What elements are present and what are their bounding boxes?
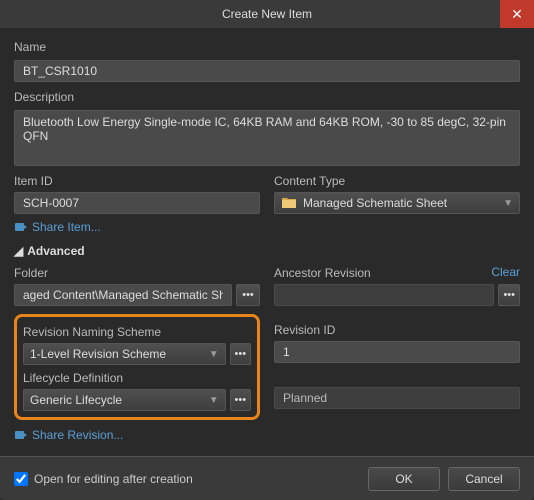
caret-down-icon: ◢ (14, 244, 23, 258)
ancestor-label: Ancestor Revision (274, 266, 371, 280)
revnaming-browse-button[interactable]: ••• (230, 343, 251, 365)
contenttype-value: Managed Schematic Sheet (303, 196, 497, 210)
advanced-label: Advanced (27, 244, 84, 258)
name-input[interactable] (14, 60, 520, 82)
folder-icon (281, 195, 297, 211)
ancestor-browse-button[interactable]: ••• (498, 284, 520, 306)
folder-input[interactable] (14, 284, 232, 306)
lifecycle-status: Planned (274, 387, 520, 409)
revid-label: Revision ID (274, 323, 520, 337)
open-after-label: Open for editing after creation (34, 472, 193, 486)
folder-browse-button[interactable]: ••• (236, 284, 260, 306)
dialog-content: Name Description Bluetooth Low Energy Si… (0, 28, 534, 452)
ancestor-clear-link[interactable]: Clear (491, 265, 520, 279)
revid-input[interactable] (274, 341, 520, 363)
contenttype-select[interactable]: Managed Schematic Sheet ▼ (274, 192, 520, 214)
share-icon (14, 428, 28, 442)
revnaming-value: 1-Level Revision Scheme (30, 347, 203, 361)
lifecycle-select[interactable]: Generic Lifecycle ▼ (23, 389, 226, 411)
close-button[interactable]: ✕ (500, 0, 534, 28)
name-label: Name (14, 40, 520, 54)
close-icon: ✕ (511, 6, 523, 23)
itemid-input[interactable] (14, 192, 260, 214)
contenttype-label: Content Type (274, 174, 520, 188)
open-after-checkbox-wrap[interactable]: Open for editing after creation (14, 472, 360, 486)
folder-label: Folder (14, 266, 260, 280)
itemid-label: Item ID (14, 174, 260, 188)
cancel-button[interactable]: Cancel (448, 467, 520, 491)
dialog-footer: Open for editing after creation OK Cance… (0, 456, 534, 500)
titlebar: Create New Item ✕ (0, 0, 534, 28)
open-after-checkbox[interactable] (14, 472, 28, 486)
highlight-region: Revision Naming Scheme 1-Level Revision … (14, 314, 260, 420)
revnaming-label: Revision Naming Scheme (23, 325, 251, 339)
lifecycle-label: Lifecycle Definition (23, 371, 251, 385)
advanced-toggle[interactable]: ◢ Advanced (14, 244, 520, 258)
chevron-down-icon: ▼ (209, 349, 219, 360)
share-item-link[interactable]: Share Item... (14, 220, 520, 234)
share-revision-text: Share Revision... (32, 428, 123, 442)
description-label: Description (14, 90, 520, 104)
share-item-text: Share Item... (32, 220, 101, 234)
chevron-down-icon: ▼ (503, 198, 513, 209)
dialog-title: Create New Item (222, 7, 312, 21)
share-revision-link[interactable]: Share Revision... (14, 428, 520, 442)
revnaming-select[interactable]: 1-Level Revision Scheme ▼ (23, 343, 226, 365)
ancestor-input[interactable] (274, 284, 494, 306)
share-icon (14, 220, 28, 234)
ok-button[interactable]: OK (368, 467, 440, 491)
lifecycle-browse-button[interactable]: ••• (230, 389, 251, 411)
chevron-down-icon: ▼ (209, 395, 219, 406)
lifecycle-value: Generic Lifecycle (30, 393, 203, 407)
description-input[interactable]: Bluetooth Low Energy Single-mode IC, 64K… (14, 110, 520, 166)
